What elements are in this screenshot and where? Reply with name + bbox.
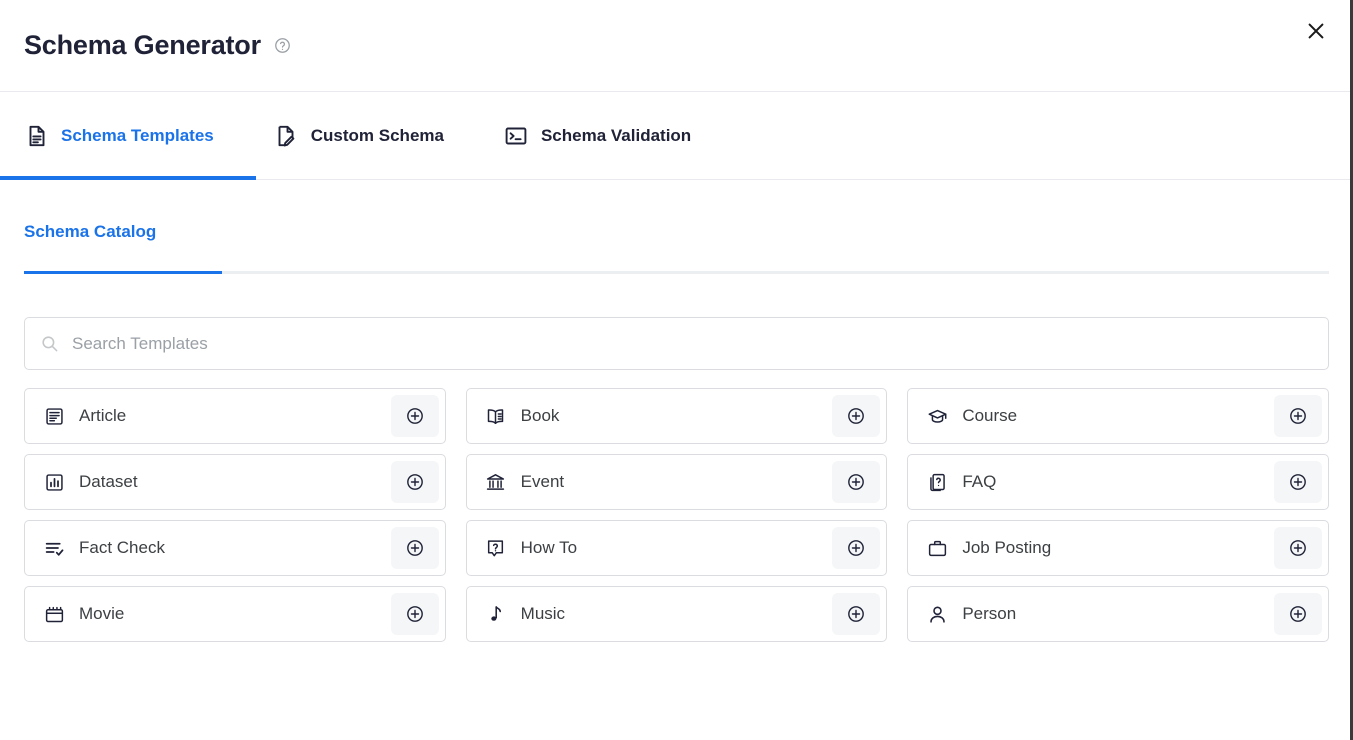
template-label: Dataset <box>79 472 391 492</box>
template-label: Movie <box>79 604 391 624</box>
help-box-icon <box>485 537 507 559</box>
plus-circle-icon[interactable] <box>391 593 439 635</box>
tab-label: Schema Validation <box>541 126 691 146</box>
template-card-fact-check[interactable]: Fact Check <box>24 520 446 576</box>
template-grid: Article Book <box>24 388 1329 642</box>
subtab-bar: Schema Catalog <box>0 180 1353 286</box>
template-label: Course <box>962 406 1274 426</box>
template-label: Fact Check <box>79 538 391 558</box>
book-icon <box>485 405 507 427</box>
tab-schema-validation[interactable]: Schema Validation <box>504 92 751 179</box>
template-card-article[interactable]: Article <box>24 388 446 444</box>
article-icon <box>43 405 65 427</box>
plus-circle-icon[interactable] <box>832 527 880 569</box>
document-edit-icon <box>274 123 299 148</box>
bar-chart-icon <box>43 471 65 493</box>
template-card-person[interactable]: Person <box>907 586 1329 642</box>
template-card-music[interactable]: Music <box>466 586 888 642</box>
search-input[interactable] <box>72 334 1314 354</box>
schema-generator-dialog: Schema Generator Schema Templ <box>0 0 1353 740</box>
plus-circle-icon[interactable] <box>391 527 439 569</box>
template-label: Book <box>521 406 833 426</box>
template-card-book[interactable]: Book <box>466 388 888 444</box>
template-label: Person <box>962 604 1274 624</box>
template-card-event[interactable]: Event <box>466 454 888 510</box>
template-card-course[interactable]: Course <box>907 388 1329 444</box>
plus-circle-icon[interactable] <box>1274 395 1322 437</box>
primary-tab-bar: Schema Templates Custom Schema <box>0 92 1353 180</box>
list-check-icon <box>43 537 65 559</box>
template-card-dataset[interactable]: Dataset <box>24 454 446 510</box>
template-label: Music <box>521 604 833 624</box>
page-title: Schema Generator <box>24 32 261 59</box>
clapperboard-icon <box>43 603 65 625</box>
plus-circle-icon[interactable] <box>832 461 880 503</box>
template-label: How To <box>521 538 833 558</box>
tab-schema-templates[interactable]: Schema Templates <box>24 92 274 179</box>
plus-circle-icon[interactable] <box>832 593 880 635</box>
template-card-job-posting[interactable]: Job Posting <box>907 520 1329 576</box>
briefcase-icon <box>926 537 948 559</box>
subtab-schema-catalog[interactable]: Schema Catalog <box>24 222 156 244</box>
template-card-how-to[interactable]: How To <box>466 520 888 576</box>
plus-circle-icon[interactable] <box>391 461 439 503</box>
terminal-icon <box>504 123 529 148</box>
document-lines-icon <box>24 123 49 148</box>
plus-circle-icon[interactable] <box>391 395 439 437</box>
template-label: FAQ <box>962 472 1274 492</box>
catalog-content: Article Book <box>0 317 1353 642</box>
plus-circle-icon[interactable] <box>832 395 880 437</box>
plus-circle-icon[interactable] <box>1274 527 1322 569</box>
active-subtab-indicator <box>24 271 222 274</box>
music-note-icon <box>485 603 507 625</box>
template-label: Job Posting <box>962 538 1274 558</box>
tab-label: Custom Schema <box>311 126 444 146</box>
plus-circle-icon[interactable] <box>1274 461 1322 503</box>
search-templates-field[interactable] <box>24 317 1329 370</box>
tab-label: Schema Templates <box>61 126 214 146</box>
help-circle-icon[interactable] <box>274 37 291 54</box>
question-doc-icon <box>926 471 948 493</box>
museum-icon <box>485 471 507 493</box>
search-icon <box>39 334 59 354</box>
plus-circle-icon[interactable] <box>1274 593 1322 635</box>
graduation-cap-icon <box>926 405 948 427</box>
template-label: Event <box>521 472 833 492</box>
close-icon[interactable] <box>1299 14 1333 48</box>
dialog-header: Schema Generator <box>0 0 1353 92</box>
person-icon <box>926 603 948 625</box>
template-card-faq[interactable]: FAQ <box>907 454 1329 510</box>
tab-custom-schema[interactable]: Custom Schema <box>274 92 504 179</box>
template-card-movie[interactable]: Movie <box>24 586 446 642</box>
template-label: Article <box>79 406 391 426</box>
